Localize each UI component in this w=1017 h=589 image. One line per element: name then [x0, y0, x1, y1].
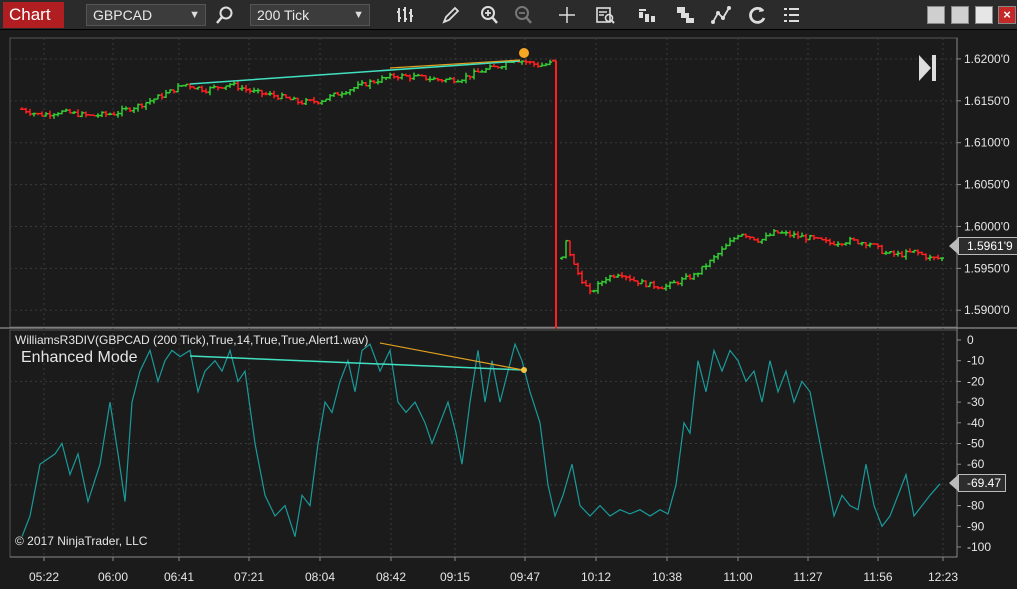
crosshair-icon[interactable]: [556, 4, 578, 26]
search-icon[interactable]: [214, 4, 236, 26]
indicator-tick-label: -100: [967, 540, 991, 554]
price-tick-label: 1.6000'0: [964, 219, 1010, 233]
last-indicator-tag: -69.47: [948, 474, 1007, 492]
x-tick-label: 08:04: [305, 570, 335, 584]
indicator-label: WilliamsR3DIV(GBPCAD (200 Tick),True,14,…: [15, 333, 369, 347]
bar-type-icon[interactable]: [394, 4, 416, 26]
drawing-tools-icon[interactable]: [710, 4, 732, 26]
chart-area[interactable]: 05:22 06:00 06:41 07:21 08:04 08:42 09:15 09:47…: [0, 30, 1017, 589]
indicator-divergence-marker: [521, 367, 527, 373]
x-tick-label: 10:12: [581, 570, 611, 584]
x-tick-label: 09:47: [510, 570, 540, 584]
chart-grid: [0, 37, 1017, 558]
x-tick-label: 06:41: [164, 570, 194, 584]
indicator-tick-label: -20: [967, 374, 985, 388]
indicator-tick-label: -40: [967, 416, 985, 430]
indicator-divergence-line: [189, 355, 524, 371]
zoom-out-icon[interactable]: [512, 4, 534, 26]
chart-properties-icon[interactable]: [636, 4, 658, 26]
indicator-tick-label: 0: [967, 333, 974, 347]
indicator-tick-label: -50: [967, 437, 985, 451]
indicator-divergence-line-secondary: [379, 342, 524, 371]
price-bars: [20, 59, 944, 329]
divergence-overlays: [189, 48, 529, 373]
williams-r-series: [21, 342, 941, 537]
scroll-to-end-icon[interactable]: [917, 53, 939, 83]
draw-pencil-icon[interactable]: [440, 4, 462, 26]
instrument-value: GBPCAD: [93, 7, 153, 23]
price-tick-label: 1.5950'0: [964, 261, 1010, 275]
x-tick-label: 11:27: [793, 570, 822, 584]
instrument-selector[interactable]: GBPCAD ▼: [86, 4, 206, 26]
tab-chart[interactable]: Chart: [3, 2, 64, 28]
maximize-button[interactable]: [975, 6, 993, 24]
close-button[interactable]: ×: [998, 6, 1016, 24]
x-tick-label: 11:56: [863, 570, 892, 584]
indicator-panel-frame: [9, 329, 958, 558]
price-panel-frame: [9, 37, 958, 328]
indicator-tick-label: -60: [967, 457, 985, 471]
indicator-tick-label: -30: [967, 395, 985, 409]
copyright-text: © 2017 NinjaTrader, LLC: [15, 534, 148, 548]
x-tick-label: 08:42: [376, 570, 406, 584]
price-tick-label: 1.6050'0: [964, 178, 1010, 192]
restore-button[interactable]: [951, 6, 969, 24]
chevron-down-icon: ▼: [189, 9, 200, 21]
indicator-tick-label: -90: [967, 519, 985, 533]
templates-icon[interactable]: [780, 4, 802, 26]
chart-axes: 05:22 06:00 06:41 07:21 08:04 08:42 09:15 09:47…: [10, 38, 1010, 584]
refresh-icon[interactable]: [746, 4, 768, 26]
last-price-tag: 1.5961'9: [949, 237, 1017, 255]
williams-r-line: [21, 342, 941, 537]
x-tick-label: 10:38: [652, 570, 682, 584]
interval-value: 200 Tick: [257, 7, 310, 23]
indicator-tick-label: -80: [967, 499, 985, 513]
minimize-button[interactable]: [927, 6, 945, 24]
chevron-down-icon: ▼: [353, 9, 364, 21]
data-box-icon[interactable]: [594, 4, 616, 26]
chart-canvas: 05:22 06:00 06:41 07:21 08:04 08:42 09:15 09:47…: [0, 37, 1017, 584]
price-tick-label: 1.5900'0: [964, 303, 1010, 317]
price-tick-label: 1.6100'0: [964, 136, 1010, 150]
indicator-tick-label: -10: [967, 354, 985, 368]
divergence-marker: [519, 48, 529, 58]
x-tick-label: 12:23: [928, 570, 958, 584]
interval-selector[interactable]: 200 Tick ▼: [250, 4, 370, 26]
strategies-icon[interactable]: [674, 4, 696, 26]
price-tick-label: 1.6200'0: [964, 52, 1010, 66]
price-tick-label: 1.6150'0: [964, 94, 1010, 108]
x-tick-label: 06:00: [98, 570, 128, 584]
x-tick-label: 09:15: [440, 570, 470, 584]
zoom-in-icon[interactable]: [478, 4, 500, 26]
x-tick-label: 05:22: [29, 570, 59, 584]
x-tick-label: 11:00: [723, 570, 752, 584]
price-divergence-line: [189, 60, 521, 85]
mode-label: Enhanced Mode: [21, 349, 138, 366]
chart-toolbar: Chart GBPCAD ▼ 200 Tick ▼ ×: [0, 0, 1017, 30]
x-tick-label: 07:21: [234, 570, 264, 584]
